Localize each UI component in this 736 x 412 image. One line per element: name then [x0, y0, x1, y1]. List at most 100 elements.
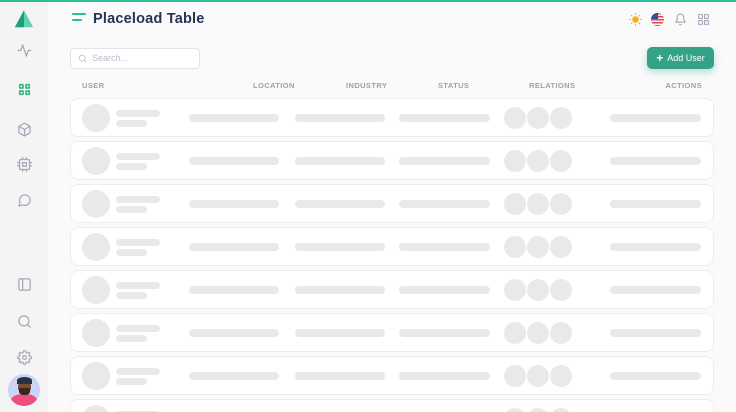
- skeleton-actions-bar: [610, 372, 701, 380]
- skeleton-relation-circle: [527, 408, 549, 412]
- skeleton-name-line: [116, 196, 160, 203]
- skeleton-relation-circle: [504, 279, 526, 301]
- skeleton-status-bar: [399, 157, 490, 165]
- cpu-icon: [17, 157, 32, 172]
- skeleton-relation-circle: [550, 150, 572, 172]
- app-logo[interactable]: [13, 8, 35, 30]
- skeleton-status-bar: [399, 114, 490, 122]
- skeleton-subtitle-line: [116, 206, 147, 213]
- table-row-skeleton: [70, 313, 714, 352]
- skeleton-relations-group: [504, 322, 572, 344]
- skeleton-subtitle-line: [116, 120, 147, 127]
- skeleton-industry-bar: [295, 157, 385, 165]
- skeleton-subtitle-line: [116, 335, 147, 342]
- skeleton-relation-circle: [527, 365, 549, 387]
- skeleton-relations-group: [504, 236, 572, 258]
- skeleton-relations-group: [504, 408, 572, 412]
- settings-gear-icon: [17, 350, 32, 365]
- skeleton-relations-group: [504, 279, 572, 301]
- plus-icon: +: [656, 52, 663, 64]
- sidebar-item-settings[interactable]: [12, 345, 36, 369]
- skeleton-actions-bar: [610, 157, 701, 165]
- skeleton-user-avatar: [82, 276, 110, 304]
- skeleton-actions-bar: [610, 114, 701, 122]
- avatar-beard: [19, 388, 30, 395]
- triangle-logo-icon: [13, 8, 35, 30]
- skeleton-relation-circle: [504, 365, 526, 387]
- table-row-skeleton: [70, 141, 714, 180]
- table-row-skeleton: [70, 98, 714, 137]
- skeleton-location-bar: [189, 200, 279, 208]
- skeleton-relation-circle: [550, 193, 572, 215]
- top-accent-bar: [0, 0, 736, 2]
- main-content: + Add User USER LOCATION INDUSTRY STATUS…: [48, 35, 736, 412]
- skeleton-industry-bar: [295, 243, 385, 251]
- column-header-actions: ACTIONS: [665, 81, 702, 90]
- sidebar-rail: [0, 2, 48, 412]
- sidebar-item-elements[interactable]: [12, 152, 36, 176]
- skeleton-subtitle-line: [116, 292, 147, 299]
- language-us-flag-icon[interactable]: [651, 13, 664, 26]
- add-user-label: Add User: [667, 53, 705, 63]
- skeleton-user-avatar: [82, 147, 110, 175]
- skeleton-subtitle-line: [116, 249, 147, 256]
- column-header-location: LOCATION: [253, 81, 295, 90]
- theme-sun-icon[interactable]: [628, 12, 642, 26]
- skeleton-relation-circle: [504, 193, 526, 215]
- skeleton-location-bar: [189, 329, 279, 337]
- user-avatar[interactable]: [8, 374, 40, 406]
- skeleton-user-avatar: [82, 362, 110, 390]
- skeleton-relation-circle: [504, 236, 526, 258]
- skeleton-user-name: [116, 153, 160, 170]
- skeleton-relation-circle: [527, 322, 549, 344]
- header-actions: [628, 12, 710, 26]
- skeleton-relations-group: [504, 193, 572, 215]
- notifications-bell-icon[interactable]: [673, 12, 687, 26]
- search-input[interactable]: [92, 53, 192, 63]
- skeleton-actions-bar: [610, 329, 701, 337]
- skeleton-name-line: [116, 325, 160, 332]
- chat-bubble-icon: [17, 193, 32, 208]
- skeleton-user-name: [116, 110, 160, 127]
- skeleton-user-name: [116, 239, 160, 256]
- sidebar-item-dashboards[interactable]: [12, 77, 36, 101]
- skeleton-actions-bar: [610, 200, 701, 208]
- sidebar-item-layouts[interactable]: [12, 272, 36, 296]
- skeleton-relation-circle: [527, 193, 549, 215]
- skeleton-relation-circle: [504, 322, 526, 344]
- skeleton-subtitle-line: [116, 378, 147, 385]
- skeleton-relation-circle: [550, 107, 572, 129]
- skeleton-status-bar: [399, 286, 490, 294]
- skeleton-location-bar: [189, 157, 279, 165]
- skeleton-location-bar: [189, 114, 279, 122]
- add-user-button[interactable]: + Add User: [647, 47, 714, 69]
- column-header-status: STATUS: [438, 81, 469, 90]
- skeleton-status-bar: [399, 329, 490, 337]
- sidebar-item-activity[interactable]: [12, 38, 36, 62]
- skeleton-name-line: [116, 153, 160, 160]
- skeleton-name-line: [116, 110, 160, 117]
- activity-icon: [17, 43, 32, 58]
- skeleton-industry-bar: [295, 329, 385, 337]
- skeleton-actions-bar: [610, 286, 701, 294]
- skeleton-status-bar: [399, 243, 490, 251]
- skeleton-relation-circle: [504, 107, 526, 129]
- apps-grid-icon[interactable]: [696, 12, 710, 26]
- skeleton-user-avatar: [82, 233, 110, 261]
- sidebar-item-messages[interactable]: [12, 188, 36, 212]
- search-box: [70, 48, 200, 69]
- skeleton-relation-circle: [550, 279, 572, 301]
- sidebar-item-search[interactable]: [12, 309, 36, 333]
- skeleton-user-name: [116, 325, 160, 342]
- skeleton-user-name: [116, 368, 160, 385]
- menu-toggle-icon[interactable]: [72, 13, 87, 23]
- sidebar-item-components[interactable]: [12, 117, 36, 141]
- skeleton-relations-group: [504, 365, 572, 387]
- page-title: Placeload Table: [93, 11, 205, 27]
- skeleton-user-name: [116, 196, 160, 213]
- skeleton-location-bar: [189, 372, 279, 380]
- table-row-skeleton: [70, 227, 714, 266]
- search-icon: [17, 314, 32, 329]
- skeleton-relation-circle: [550, 408, 572, 412]
- skeleton-industry-bar: [295, 286, 385, 294]
